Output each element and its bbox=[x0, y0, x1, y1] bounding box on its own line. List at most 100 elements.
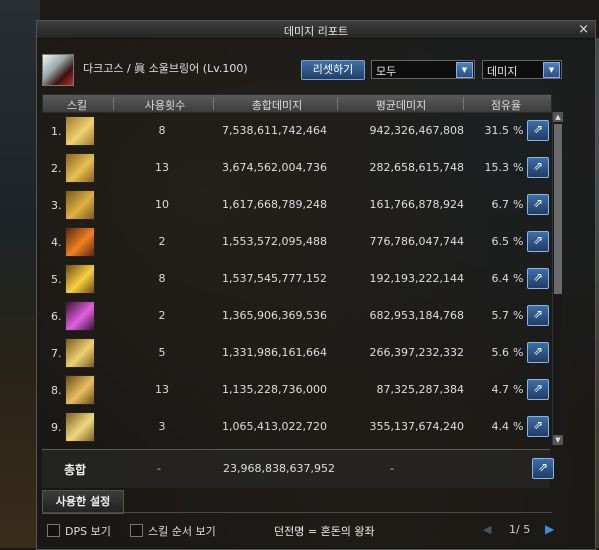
settings-tab[interactable]: 사용한 설정 bbox=[42, 490, 124, 514]
row-share-button[interactable]: ⇗ bbox=[527, 157, 549, 178]
header-share[interactable]: 점유율 bbox=[469, 97, 543, 113]
row-avg-damage: 942,326,467,808 bbox=[369, 124, 464, 137]
row-avg-damage: 355,137,674,240 bbox=[369, 420, 464, 433]
filter-select[interactable]: 모두 ▼ bbox=[371, 60, 475, 79]
skill-order-label: 스킬 순서 보기 bbox=[148, 525, 216, 538]
row-share-button[interactable]: ⇗ bbox=[527, 231, 549, 252]
header-uses[interactable]: 사용횟수 bbox=[121, 97, 209, 113]
skill-icon[interactable] bbox=[65, 227, 95, 257]
row-rank: 9. bbox=[51, 421, 62, 434]
skill-icon[interactable] bbox=[65, 412, 95, 442]
share-icon: ⇗ bbox=[532, 122, 544, 136]
row-share-unit: % bbox=[513, 309, 524, 322]
dps-view-label: DPS 보기 bbox=[65, 525, 111, 538]
skill-order-checkbox[interactable] bbox=[130, 524, 143, 537]
header-total-damage[interactable]: 총합데미지 bbox=[221, 97, 333, 113]
row-share-button[interactable]: ⇗ bbox=[527, 120, 549, 141]
row-uses: 13 bbox=[155, 161, 169, 174]
reset-button[interactable]: 리셋하기 bbox=[301, 60, 365, 80]
table-row: 2. 13 3,674,562,004,736 282,658,615,748 15.3… bbox=[37, 149, 557, 187]
row-share-button[interactable]: ⇗ bbox=[527, 379, 549, 400]
summary-label: 총합 bbox=[64, 463, 87, 477]
metric-select[interactable]: 데미지 ▼ bbox=[482, 60, 562, 79]
row-share-value: 6.7 bbox=[491, 198, 510, 211]
row-rank: 8. bbox=[51, 384, 62, 397]
skill-icon[interactable] bbox=[65, 375, 95, 405]
row-share-unit: % bbox=[513, 198, 524, 211]
header-avg-damage[interactable]: 평균데미지 bbox=[343, 97, 459, 113]
chevron-down-icon[interactable]: ▼ bbox=[456, 62, 473, 78]
share-icon: ⇗ bbox=[532, 418, 544, 432]
row-share-unit: % bbox=[513, 124, 524, 137]
header-skill[interactable]: 스킬 bbox=[57, 97, 97, 113]
row-total-damage: 1,553,572,095,488 bbox=[222, 235, 327, 248]
row-uses: 8 bbox=[158, 124, 166, 137]
row-share-button[interactable]: ⇗ bbox=[527, 305, 549, 326]
row-share-unit: % bbox=[513, 235, 524, 248]
row-share-button[interactable]: ⇗ bbox=[527, 416, 549, 437]
game-background-left bbox=[0, 0, 40, 548]
table-scrollbar[interactable]: ▲ ▼ bbox=[552, 112, 563, 445]
row-rank: 7. bbox=[51, 347, 62, 360]
row-avg-damage: 161,766,878,924 bbox=[369, 198, 464, 211]
header-divider bbox=[113, 97, 114, 110]
scroll-down-icon[interactable]: ▼ bbox=[553, 435, 563, 445]
row-share-value: 5.6 bbox=[491, 346, 510, 359]
share-icon: ⇗ bbox=[532, 270, 544, 284]
row-share-value: 15.3 bbox=[484, 161, 510, 174]
summary-share-button[interactable]: ⇗ bbox=[532, 458, 554, 479]
row-avg-damage: 282,658,615,748 bbox=[369, 161, 464, 174]
row-share-unit: % bbox=[513, 161, 524, 174]
scroll-up-icon[interactable]: ▲ bbox=[553, 112, 563, 122]
row-share-unit: % bbox=[513, 383, 524, 396]
damage-report-window: 데미지 리포트 × 다크고스 / 眞 소울브링어 (Lv.100) 리셋하기 모… bbox=[36, 20, 596, 550]
row-uses: 2 bbox=[158, 309, 166, 322]
share-icon: ⇗ bbox=[537, 460, 549, 474]
row-rank: 5. bbox=[51, 273, 62, 286]
metric-select-value: 데미지 bbox=[487, 65, 518, 78]
skill-icon[interactable] bbox=[65, 190, 95, 220]
share-icon: ⇗ bbox=[532, 196, 544, 210]
prev-page-icon[interactable]: ◀ bbox=[483, 523, 491, 536]
row-share-value: 5.7 bbox=[491, 309, 510, 322]
row-avg-damage: 266,397,232,332 bbox=[369, 346, 464, 359]
skill-icon[interactable] bbox=[65, 116, 95, 146]
row-share-value: 4.4 bbox=[491, 420, 510, 433]
row-total-damage: 7,538,611,742,464 bbox=[222, 124, 327, 137]
close-icon[interactable]: × bbox=[578, 22, 589, 37]
dps-view-checkbox[interactable] bbox=[47, 524, 60, 537]
row-rank: 4. bbox=[51, 236, 62, 249]
window-title: 데미지 리포트 bbox=[283, 25, 349, 38]
row-rank: 2. bbox=[51, 162, 62, 175]
header-divider bbox=[213, 97, 214, 110]
row-share-unit: % bbox=[513, 420, 524, 433]
row-share-button[interactable]: ⇗ bbox=[527, 268, 549, 289]
skill-icon[interactable] bbox=[65, 301, 95, 331]
share-icon: ⇗ bbox=[532, 159, 544, 173]
skill-icon[interactable] bbox=[65, 153, 95, 183]
table-row: 1. 8 7,538,611,742,464 942,326,467,808 31.5%… bbox=[37, 112, 557, 150]
share-icon: ⇗ bbox=[532, 233, 544, 247]
table-row: 9. 3 1,065,413,022,720 355,137,674,240 4.4% ⇗ bbox=[37, 408, 557, 446]
skill-icon[interactable] bbox=[65, 264, 95, 294]
next-page-icon[interactable]: ▶ bbox=[545, 522, 554, 536]
row-uses: 8 bbox=[158, 272, 166, 285]
row-share-value: 4.7 bbox=[491, 383, 510, 396]
row-uses: 13 bbox=[155, 383, 169, 396]
row-uses: 3 bbox=[158, 420, 166, 433]
row-total-damage: 1,065,413,022,720 bbox=[222, 420, 327, 433]
window-titlebar[interactable]: 데미지 리포트 × bbox=[37, 21, 595, 39]
skill-icon[interactable] bbox=[65, 338, 95, 368]
row-uses: 5 bbox=[158, 346, 166, 359]
row-total-damage: 1,617,668,789,248 bbox=[222, 198, 327, 211]
share-icon: ⇗ bbox=[532, 344, 544, 358]
table-row: 3. 10 1,617,668,789,248 161,766,878,924 6.7%… bbox=[37, 186, 557, 224]
row-share-button[interactable]: ⇗ bbox=[527, 194, 549, 215]
row-total-damage: 1,365,906,369,536 bbox=[222, 309, 327, 322]
scroll-thumb[interactable] bbox=[554, 124, 562, 294]
row-share-button[interactable]: ⇗ bbox=[527, 342, 549, 363]
summary-uses: - bbox=[157, 462, 161, 475]
chevron-down-icon[interactable]: ▼ bbox=[543, 62, 560, 78]
header-divider bbox=[337, 97, 338, 110]
row-avg-damage: 192,193,222,144 bbox=[369, 272, 464, 285]
